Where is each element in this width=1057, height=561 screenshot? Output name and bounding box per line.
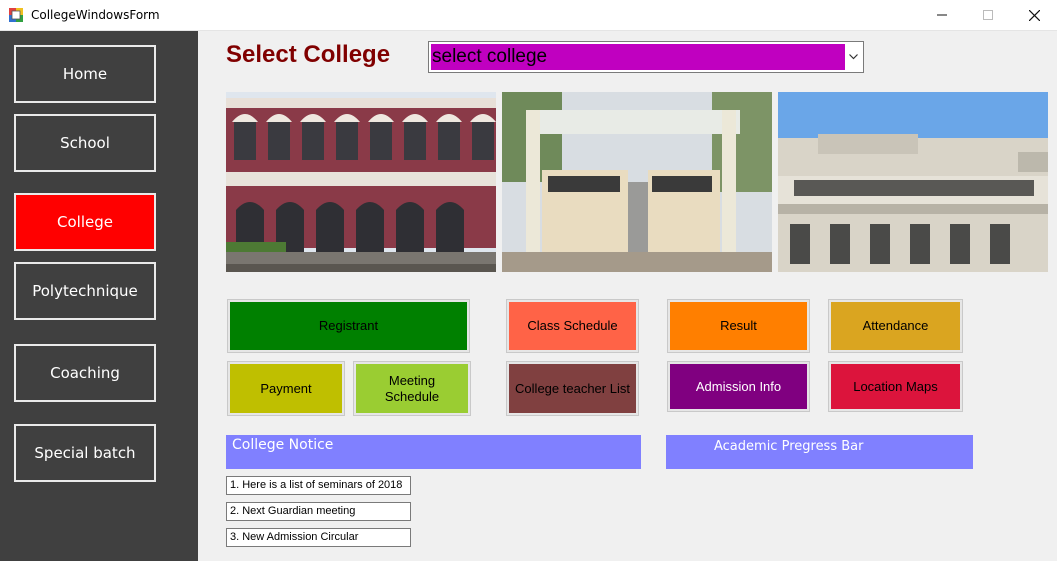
class-schedule-button[interactable]: Class Schedule bbox=[509, 302, 636, 350]
sidebar: Home School College Polytechnique Coachi… bbox=[0, 31, 198, 561]
result-button[interactable]: Result bbox=[670, 302, 807, 350]
admission-info-button[interactable]: Admission Info bbox=[670, 364, 807, 409]
registrant-button-frame: Registrant bbox=[227, 299, 470, 353]
notice-item[interactable]: 2. Next Guardian meeting bbox=[226, 502, 411, 521]
minimize-button[interactable] bbox=[919, 0, 965, 30]
payment-button[interactable]: Payment bbox=[230, 364, 342, 413]
app-icon bbox=[9, 8, 23, 22]
page-title: Select College bbox=[226, 41, 391, 68]
registrant-button[interactable]: Registrant bbox=[230, 302, 467, 350]
title-bar: CollegeWindowsForm bbox=[0, 0, 1057, 31]
college-photo-2 bbox=[502, 92, 772, 272]
attendance-button[interactable]: Attendance bbox=[831, 302, 960, 350]
college-photo-1 bbox=[226, 92, 496, 272]
sidebar-item-special-batch[interactable]: Special batch bbox=[14, 424, 156, 482]
location-maps-button-frame: Location Maps bbox=[828, 361, 963, 412]
attendance-button-frame: Attendance bbox=[828, 299, 963, 353]
teacher-list-button-frame: College teacher List bbox=[506, 361, 639, 416]
college-notice-header: College Notice bbox=[226, 435, 641, 469]
sidebar-item-polytechnique[interactable]: Polytechnique bbox=[14, 262, 156, 320]
class-schedule-button-frame: Class Schedule bbox=[506, 299, 639, 353]
result-button-frame: Result bbox=[667, 299, 810, 353]
main-panel: Select College select college Registrant… bbox=[198, 31, 1057, 561]
location-maps-button[interactable]: Location Maps bbox=[831, 364, 960, 409]
maximize-button[interactable] bbox=[965, 0, 1011, 30]
notice-item[interactable]: 3. New Admission Circular bbox=[226, 528, 411, 547]
notice-item[interactable]: 1. Here is a list of seminars of 2018 bbox=[226, 476, 411, 495]
sidebar-item-college[interactable]: College bbox=[14, 193, 156, 251]
payment-button-frame: Payment bbox=[227, 361, 345, 416]
college-select[interactable]: select college bbox=[428, 41, 864, 73]
chevron-down-icon[interactable] bbox=[845, 44, 861, 70]
sidebar-item-coaching[interactable]: Coaching bbox=[14, 344, 156, 402]
sidebar-item-school[interactable]: School bbox=[14, 114, 156, 172]
college-select-value: select college bbox=[431, 44, 845, 70]
college-photo-3 bbox=[778, 92, 1048, 272]
academic-progress-header: Academic Pregress Bar bbox=[666, 435, 973, 469]
meeting-schedule-button[interactable]: Meeting Schedule bbox=[356, 364, 468, 413]
teacher-list-button[interactable]: College teacher List bbox=[509, 364, 636, 413]
window-title: CollegeWindowsForm bbox=[31, 8, 160, 22]
meeting-schedule-button-frame: Meeting Schedule bbox=[353, 361, 471, 416]
sidebar-item-home[interactable]: Home bbox=[14, 45, 156, 103]
close-button[interactable] bbox=[1011, 0, 1057, 30]
admission-info-button-frame: Admission Info bbox=[667, 361, 810, 412]
